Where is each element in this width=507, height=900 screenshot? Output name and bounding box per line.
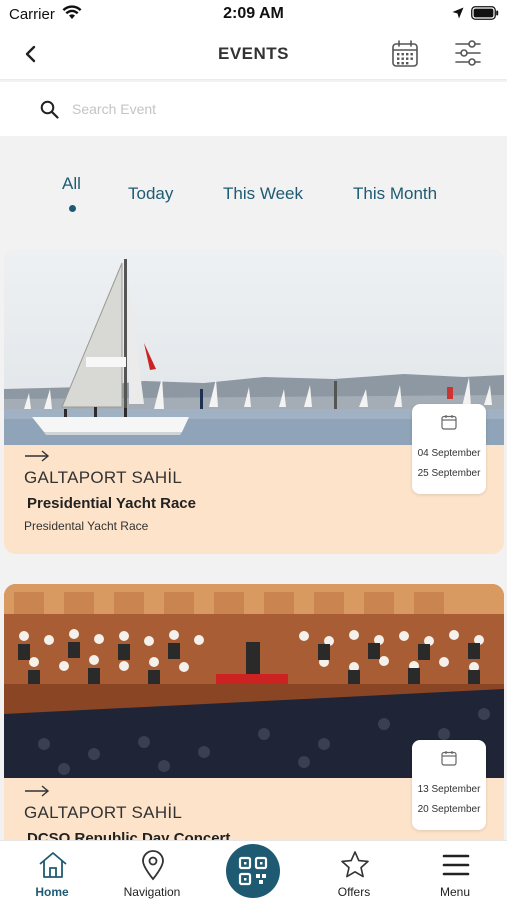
qr-code-icon	[238, 856, 268, 886]
event-venue: GALTAPORT SAHİL	[24, 803, 183, 822]
tab-all[interactable]: All	[62, 174, 81, 194]
event-card[interactable]: 13 September 20 September GALTAPORT SAHİ…	[4, 584, 504, 840]
star-icon	[341, 851, 369, 878]
event-start-date: 04 September	[417, 448, 481, 459]
status-time: 2:09 AM	[223, 5, 284, 22]
tab-this-month[interactable]: This Month	[353, 184, 437, 204]
location-arrow-icon	[452, 7, 464, 19]
tab-active-indicator	[69, 205, 76, 212]
event-filter-tabs: All Today This Week This Month	[0, 168, 507, 218]
search-icon	[40, 100, 59, 119]
qr-scan-button[interactable]	[226, 844, 280, 898]
map-pin-icon	[142, 850, 164, 881]
event-card[interactable]: 04 September 25 September GALTAPORT SAHİ…	[4, 249, 504, 554]
event-venue: GALTAPORT SAHİL	[24, 468, 183, 487]
event-end-date: 25 September	[417, 468, 481, 479]
filter-button[interactable]	[453, 38, 483, 68]
search-bar	[0, 82, 507, 136]
arrow-right-icon	[25, 785, 50, 797]
nav-offers[interactable]: Offers	[304, 841, 404, 900]
tab-this-week[interactable]: This Week	[223, 184, 303, 204]
menu-icon	[442, 854, 470, 876]
arrow-right-icon	[25, 450, 50, 462]
calendar-button[interactable]	[391, 39, 419, 69]
page-title: EVENTS	[217, 44, 290, 63]
event-date-box: 13 September 20 September	[412, 740, 486, 830]
event-end-date: 20 September	[417, 804, 481, 815]
calendar-icon	[441, 751, 457, 766]
nav-home[interactable]: Home	[2, 841, 102, 900]
nav-menu[interactable]: Menu	[405, 841, 505, 900]
home-icon	[39, 852, 67, 878]
calendar-icon	[441, 415, 457, 430]
event-start-date: 13 September	[417, 784, 481, 795]
search-input[interactable]	[72, 96, 472, 122]
event-date-box: 04 September 25 September	[412, 404, 486, 494]
status-bar: Carrier 2:09 AM	[0, 0, 507, 30]
bottom-navigation: Home Navigation Offers Menu	[0, 840, 507, 900]
battery-icon	[471, 6, 499, 20]
event-title: Presidential Yacht Race	[27, 495, 196, 512]
event-subtitle: Presidental Yacht Race	[24, 519, 149, 533]
event-title: DCSO Republic Day Concert	[27, 830, 231, 840]
nav-navigation[interactable]: Navigation	[102, 841, 202, 900]
nav-home-label: Home	[35, 885, 69, 899]
nav-menu-label: Menu	[439, 885, 471, 899]
nav-offers-label: Offers	[337, 885, 371, 899]
tab-today[interactable]: Today	[128, 184, 173, 204]
app-header: EVENTS	[0, 30, 507, 80]
nav-navigation-label: Navigation	[123, 885, 181, 899]
